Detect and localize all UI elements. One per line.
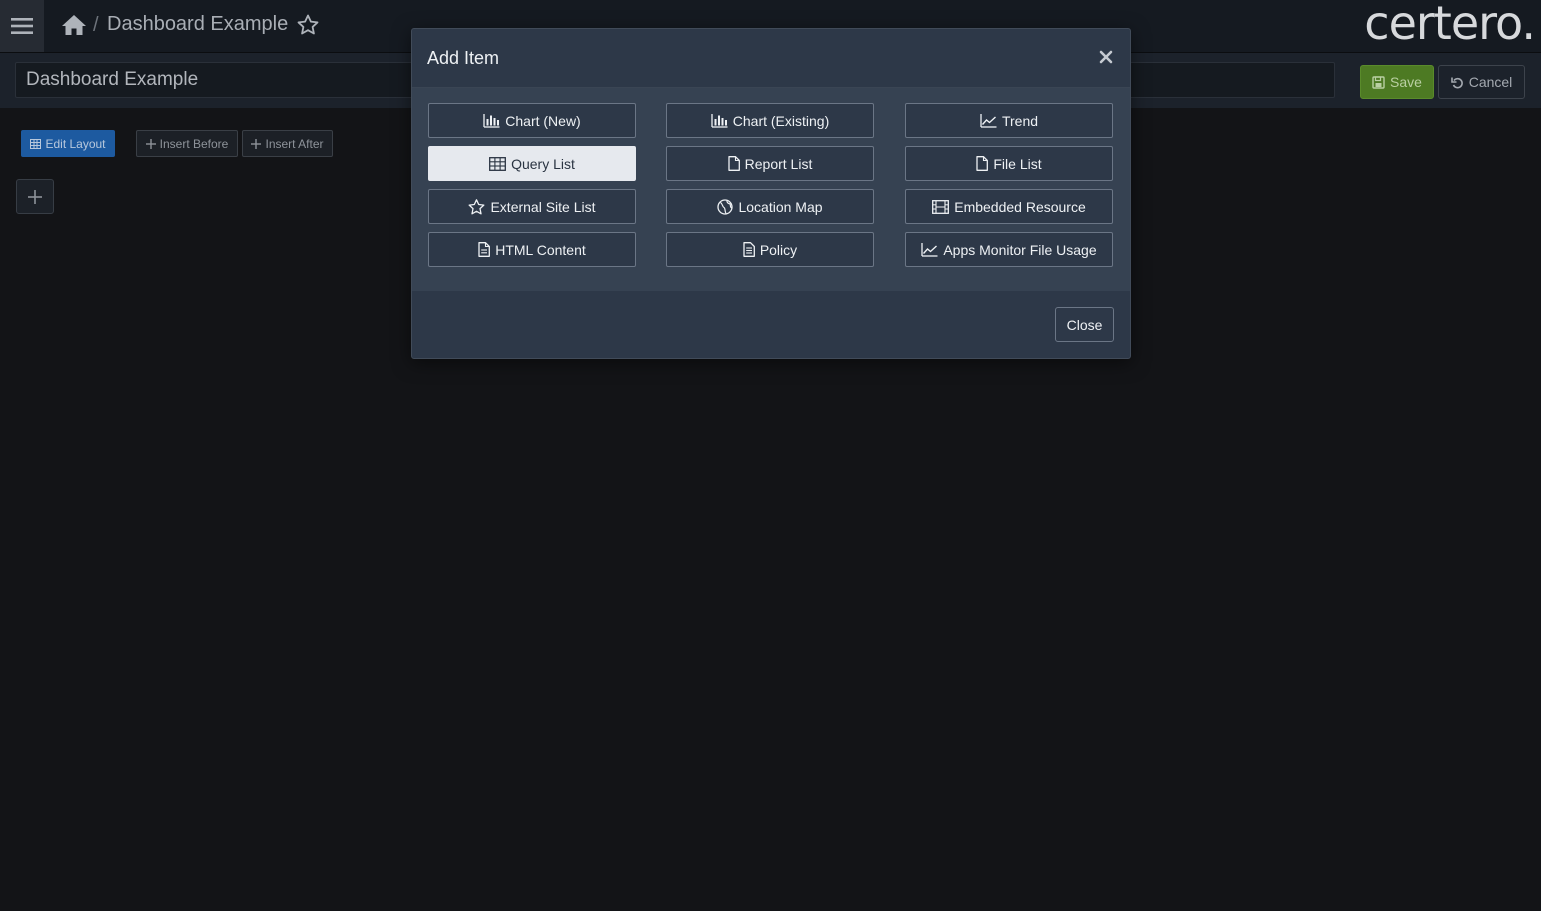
plus-icon: [251, 138, 262, 149]
add-cell-button[interactable]: [16, 179, 54, 214]
insert-after-label: Insert After: [265, 136, 324, 151]
plus-icon: [28, 189, 42, 204]
add-trend-button[interactable]: Trend: [905, 103, 1113, 138]
add-chart-existing-button[interactable]: Chart (Existing): [666, 103, 874, 138]
film-icon: [932, 199, 950, 214]
add-html-content-button[interactable]: HTML Content: [428, 232, 636, 267]
item-label: Apps Monitor File Usage: [943, 241, 1097, 258]
add-report-list-button[interactable]: Report List: [666, 146, 874, 181]
file-icon: [976, 156, 989, 171]
bar-chart-icon: [483, 113, 500, 128]
add-chart-new-button[interactable]: Chart (New): [428, 103, 636, 138]
plus-icon: [145, 138, 156, 149]
item-label: Trend: [1001, 112, 1039, 129]
item-label: File List: [993, 155, 1042, 172]
insert-after-button[interactable]: Insert After: [242, 130, 333, 157]
table-icon: [489, 156, 507, 171]
add-query-list-button[interactable]: Query List: [428, 146, 636, 181]
favorite-star-icon[interactable]: [296, 13, 320, 42]
item-label: Query List: [511, 155, 575, 172]
item-label: Chart (Existing): [732, 112, 830, 129]
undo-icon: [1450, 77, 1463, 88]
home-icon[interactable]: [61, 13, 87, 42]
line-chart-icon: [921, 242, 938, 257]
line-chart-icon: [980, 113, 997, 128]
breadcrumb-title: Dashboard Example: [107, 13, 289, 35]
grid-icon: [30, 138, 42, 149]
save-button[interactable]: Save: [1360, 65, 1434, 99]
modal-footer: Close: [412, 291, 1130, 358]
file-icon: [727, 156, 740, 171]
add-apps-monitor-file-usage-button[interactable]: Apps Monitor File Usage: [905, 232, 1113, 267]
add-policy-button[interactable]: Policy: [666, 232, 874, 267]
floppy-disk-icon: [1372, 75, 1385, 89]
modal-title: Add Item: [427, 48, 500, 68]
insert-before-label: Insert Before: [159, 136, 229, 151]
modal-body: Chart (New) Chart (Existing) Trend Query Li…: [412, 88, 1130, 291]
modal-header: Add Item: [412, 29, 1130, 88]
cancel-button[interactable]: Cancel: [1438, 65, 1525, 99]
add-file-list-button[interactable]: File List: [905, 146, 1113, 181]
close-button[interactable]: Close: [1055, 307, 1114, 342]
menu-icon[interactable]: [0, 0, 44, 52]
add-external-site-list-button[interactable]: External Site List: [428, 189, 636, 224]
certero-logo: certero.: [1364, 0, 1536, 50]
bar-chart-icon: [711, 113, 728, 128]
item-label: HTML Content: [495, 241, 586, 258]
star-icon: [468, 198, 485, 215]
edit-layout-label: Edit Layout: [45, 136, 106, 151]
file-text-icon: [478, 242, 491, 257]
insert-before-button[interactable]: Insert Before: [136, 130, 238, 157]
edit-layout-button[interactable]: Edit Layout: [21, 130, 115, 157]
item-label: Policy: [759, 241, 798, 258]
item-label: Location Map: [738, 198, 823, 215]
add-item-modal: Add Item Chart (New) Chart (Existing) Tren…: [411, 28, 1131, 359]
globe-icon: [717, 198, 734, 215]
add-location-map-button[interactable]: Location Map: [666, 189, 874, 224]
item-label: External Site List: [490, 198, 596, 215]
close-icon[interactable]: [1098, 49, 1114, 65]
add-embedded-resource-button[interactable]: Embedded Resource: [905, 189, 1113, 224]
item-label: Embedded Resource: [954, 198, 1086, 215]
file-lines-icon: [743, 242, 755, 257]
cancel-label: Cancel: [1468, 74, 1513, 90]
item-label: Report List: [744, 155, 813, 172]
item-label: Chart (New): [505, 112, 581, 129]
save-label: Save: [1390, 74, 1422, 90]
breadcrumb-separator: /: [93, 14, 99, 36]
